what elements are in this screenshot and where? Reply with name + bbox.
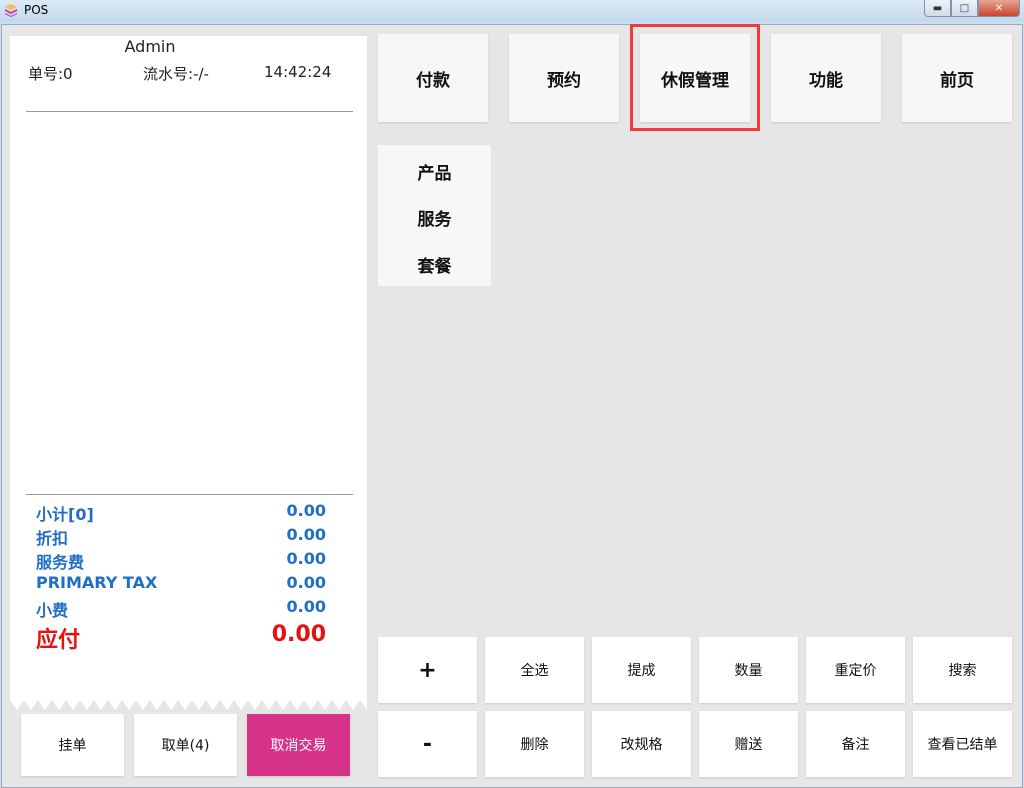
divider xyxy=(26,494,353,495)
tax-value: 0.00 xyxy=(286,573,326,592)
amount-due-row: 应付 0.00 xyxy=(36,622,326,653)
change-spec-button[interactable]: 改规格 xyxy=(592,711,691,777)
serial-number: 流水号:-/- xyxy=(143,65,209,83)
reprice-button[interactable]: 重定价 xyxy=(806,637,905,703)
tip-row: 小费 0.00 xyxy=(36,597,326,621)
gift-button[interactable]: 赠送 xyxy=(699,711,798,777)
service-fee-row: 服务费 0.00 xyxy=(36,549,326,573)
window-title: POS xyxy=(24,3,49,17)
amount-due-label: 应付 xyxy=(36,628,81,653)
minimize-icon[interactable]: ▬ xyxy=(924,0,951,17)
commission-button[interactable]: 提成 xyxy=(592,637,691,703)
delete-button[interactable]: 删除 xyxy=(485,711,584,777)
subtotal-value: 0.00 xyxy=(286,501,326,520)
title-bar: POS ▬ □ ✕ xyxy=(0,0,1024,22)
category-packages[interactable]: 套餐 xyxy=(378,252,491,277)
close-icon[interactable]: ✕ xyxy=(978,0,1020,17)
cashier-name: Admin xyxy=(124,37,176,56)
category-products[interactable]: 产品 xyxy=(378,159,491,184)
discount-row: 折扣 0.00 xyxy=(36,525,326,549)
divider xyxy=(26,111,353,112)
decrease-button[interactable]: - xyxy=(378,711,477,777)
discount-value: 0.00 xyxy=(286,525,326,544)
category-services[interactable]: 服务 xyxy=(378,205,491,230)
increase-button[interactable]: + xyxy=(378,637,477,703)
tip-value: 0.00 xyxy=(286,597,326,616)
window-controls: ▬ □ ✕ xyxy=(924,0,1020,17)
receipt-panel: Admin 单号:0 流水号:-/- 14:42:24 小计[0] 0.00 折… xyxy=(10,36,367,700)
category-panel: 产品 服务 套餐 xyxy=(378,145,491,286)
tip-label: 小费 xyxy=(36,601,69,620)
tax-row: PRIMARY TAX 0.00 xyxy=(36,573,326,597)
receipt-torn-edge xyxy=(10,700,367,710)
subtotal-row: 小计[0] 0.00 xyxy=(36,501,326,525)
hold-order-button[interactable]: 挂单 xyxy=(21,714,124,776)
home-page-button[interactable]: 前页 xyxy=(902,34,1012,122)
retrieve-order-button[interactable]: 取单(4) xyxy=(134,714,237,776)
app-icon xyxy=(5,4,17,17)
remarks-button[interactable]: 备注 xyxy=(806,711,905,777)
view-settled-orders-button[interactable]: 查看已结单 xyxy=(913,711,1012,777)
select-all-button[interactable]: 全选 xyxy=(485,637,584,703)
tax-label: PRIMARY TAX xyxy=(36,573,158,592)
leave-management-button[interactable]: 休假管理 xyxy=(640,34,750,122)
search-button[interactable]: 搜索 xyxy=(913,637,1012,703)
maximize-icon[interactable]: □ xyxy=(951,0,978,17)
amount-due-value: 0.00 xyxy=(271,622,326,647)
quantity-button[interactable]: 数量 xyxy=(699,637,798,703)
functions-button[interactable]: 功能 xyxy=(771,34,881,122)
payment-button[interactable]: 付款 xyxy=(378,34,488,122)
order-number: 单号:0 xyxy=(28,65,73,83)
subtotal-label: 小计[0] xyxy=(36,505,94,524)
service-fee-value: 0.00 xyxy=(286,549,326,568)
receipt-time: 14:42:24 xyxy=(264,63,332,81)
appointment-button[interactable]: 预约 xyxy=(509,34,619,122)
cancel-transaction-button[interactable]: 取消交易 xyxy=(247,714,350,776)
service-fee-label: 服务费 xyxy=(36,553,85,572)
discount-label: 折扣 xyxy=(36,529,69,548)
